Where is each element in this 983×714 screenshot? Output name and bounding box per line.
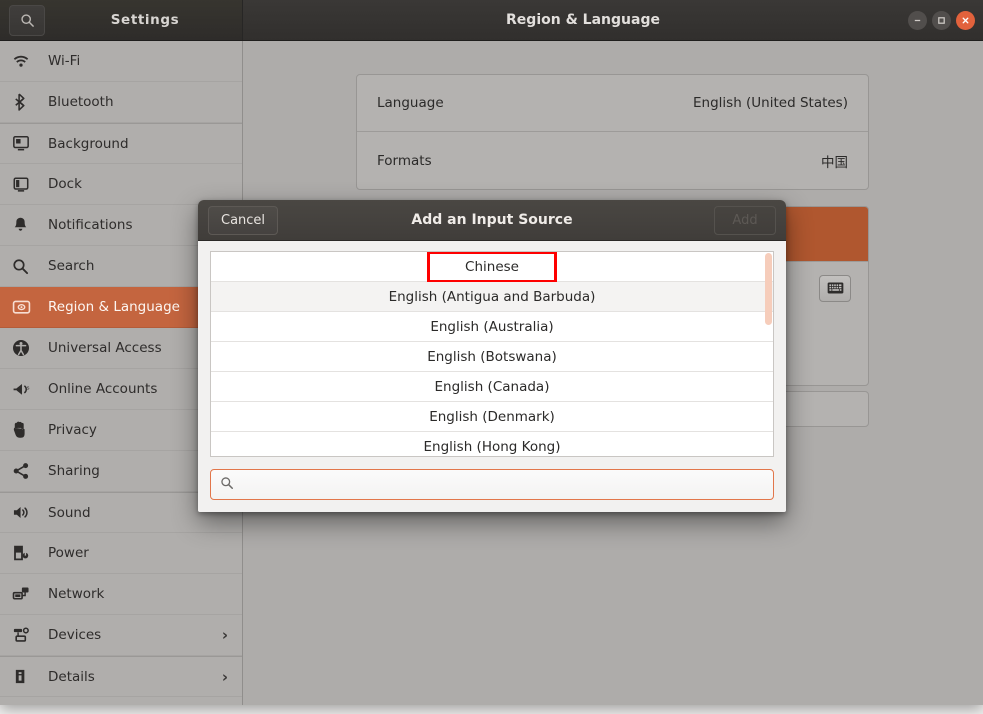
- language-label: Language: [377, 95, 444, 111]
- language-panel: Language English (United States) Formats…: [356, 74, 869, 190]
- dialog-header: Add an Input Source Cancel Add: [198, 200, 786, 241]
- minimize-button[interactable]: [908, 11, 927, 30]
- chevron-right-icon: ›: [222, 668, 228, 686]
- dialog-body: Chinese English (Antigua and Barbuda) En…: [198, 241, 786, 512]
- list-item-label: English (Canada): [435, 379, 550, 395]
- sidebar-item-details[interactable]: Details ›: [0, 656, 242, 697]
- speaker-icon: [12, 503, 40, 523]
- dock-icon: [12, 174, 40, 194]
- cancel-button[interactable]: Cancel: [208, 206, 278, 235]
- formats-value: 中国: [821, 151, 848, 171]
- sidebar-item-background[interactable]: Background: [0, 123, 242, 164]
- accessibility-icon: [12, 338, 40, 358]
- bell-icon: [12, 215, 40, 235]
- dialog-title: Add an Input Source: [198, 200, 786, 240]
- keyboard-layout-button[interactable]: [819, 275, 851, 302]
- search-icon: [220, 475, 234, 494]
- scrollbar-thumb[interactable]: [765, 253, 772, 325]
- language-value: English (United States): [693, 95, 848, 111]
- network-icon: [12, 584, 40, 604]
- info-icon: [12, 667, 40, 687]
- list-item[interactable]: English (Denmark): [211, 402, 773, 432]
- region-language-icon: [12, 297, 40, 317]
- keyboard-icon: [827, 279, 844, 298]
- list-scrollbar[interactable]: [765, 253, 772, 457]
- sidebar-item-label: Bluetooth: [48, 94, 242, 110]
- list-item[interactable]: English (Canada): [211, 372, 773, 402]
- share-icon: [12, 461, 40, 481]
- hand-icon: [12, 420, 40, 440]
- close-button[interactable]: [956, 11, 975, 30]
- list-item-label: English (Botswana): [427, 349, 557, 365]
- list-item[interactable]: English (Australia): [211, 312, 773, 342]
- list-item-label: English (Antigua and Barbuda): [389, 289, 596, 305]
- power-battery-icon: [12, 543, 40, 563]
- list-item[interactable]: English (Botswana): [211, 342, 773, 372]
- sidebar-item-label: Background: [48, 136, 242, 152]
- sidebar-item-label: Dock: [48, 176, 242, 192]
- window-controls: [908, 11, 975, 30]
- formats-row[interactable]: Formats 中国: [357, 132, 868, 189]
- chevron-right-icon: ›: [222, 626, 228, 644]
- input-source-list[interactable]: Chinese English (Antigua and Barbuda) En…: [210, 251, 774, 457]
- bluetooth-icon: [12, 92, 40, 112]
- titlebar-sidebar-section: Settings: [0, 0, 243, 40]
- list-item-label: English (Denmark): [429, 409, 555, 425]
- search-button[interactable]: [9, 5, 45, 36]
- language-row[interactable]: Language English (United States): [357, 75, 868, 132]
- minimize-icon: [913, 16, 922, 25]
- sidebar-item-label: Power: [48, 545, 242, 561]
- sidebar-item-power[interactable]: Power: [0, 533, 242, 574]
- add-button[interactable]: Add: [714, 206, 776, 235]
- list-item[interactable]: Chinese: [211, 252, 773, 282]
- maximize-icon: [937, 16, 946, 25]
- sidebar-item-label: Network: [48, 586, 242, 602]
- sidebar-item-label: Devices: [48, 627, 222, 643]
- sidebar-title: Settings: [55, 0, 235, 40]
- list-item-label: Chinese: [465, 259, 519, 275]
- sidebar-item-label: Details: [48, 669, 222, 685]
- sidebar-item-bluetooth[interactable]: Bluetooth: [0, 82, 242, 123]
- search-icon: [12, 256, 40, 276]
- page-title: Region & Language: [243, 0, 983, 40]
- background-icon: [12, 134, 40, 154]
- window-titlebar: Settings Region & Language: [0, 0, 983, 41]
- sidebar-item-label: Wi-Fi: [48, 53, 242, 69]
- list-item[interactable]: English (Hong Kong): [211, 432, 773, 457]
- list-item-label: English (Hong Kong): [424, 439, 561, 455]
- online-accounts-icon: s: [12, 379, 40, 399]
- devices-icon: [12, 625, 40, 645]
- svg-text:s: s: [27, 385, 30, 391]
- wifi-icon: [12, 51, 40, 71]
- maximize-button[interactable]: [932, 11, 951, 30]
- sidebar-item-devices[interactable]: Devices ›: [0, 615, 242, 656]
- add-input-source-dialog: Add an Input Source Cancel Add Chinese E…: [198, 200, 786, 512]
- sidebar-item-wifi[interactable]: Wi-Fi: [0, 41, 242, 82]
- formats-label: Formats: [377, 153, 432, 169]
- search-icon: [20, 13, 35, 28]
- sidebar-item-dock[interactable]: Dock: [0, 164, 242, 205]
- list-item[interactable]: English (Antigua and Barbuda): [211, 282, 773, 312]
- list-item-label: English (Australia): [430, 319, 553, 335]
- search-input[interactable]: [210, 469, 774, 500]
- sidebar-item-network[interactable]: Network: [0, 574, 242, 615]
- close-icon: [961, 16, 970, 25]
- desktop-background: Settings Region & Language: [0, 0, 983, 714]
